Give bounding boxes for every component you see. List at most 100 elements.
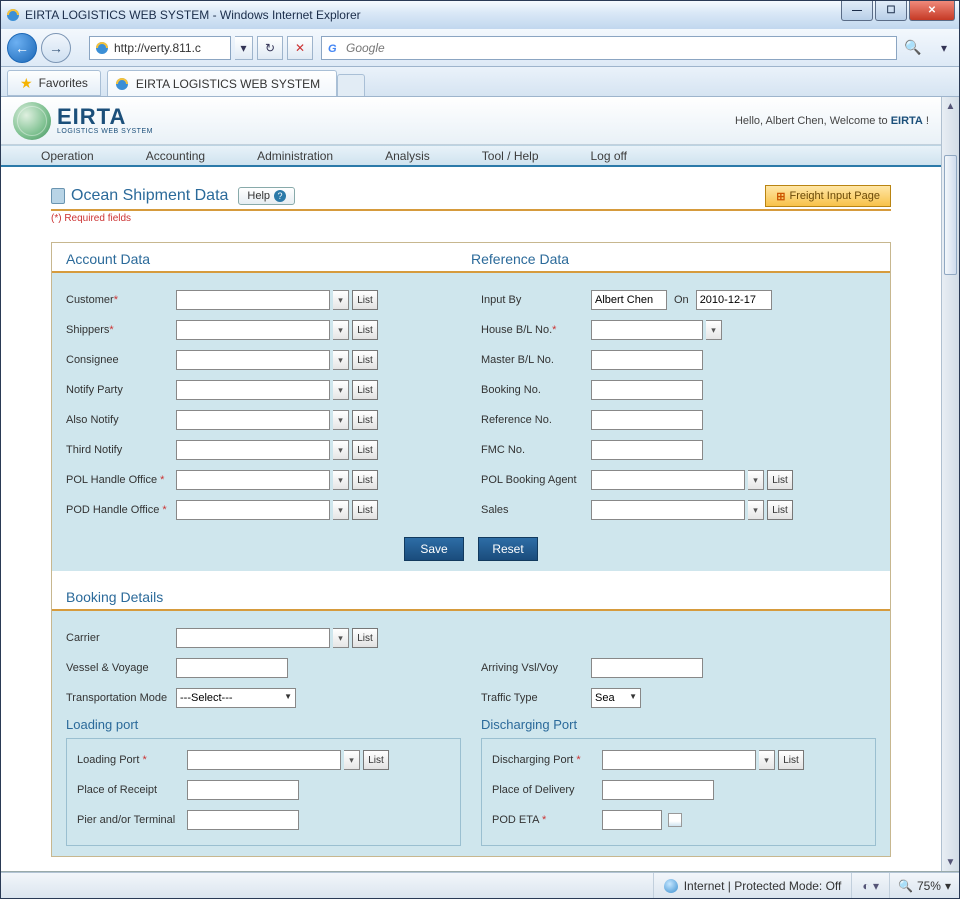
help-button[interactable]: Help ? [238,187,295,205]
scroll-track[interactable] [942,115,959,853]
stop-button[interactable]: ✕ [287,36,313,60]
discharging-port-list-button[interactable]: List [778,750,804,770]
close-button[interactable]: ✕ [909,1,955,21]
save-button[interactable]: Save [404,537,464,561]
menu-administration[interactable]: Administration [257,149,333,163]
vertical-scrollbar[interactable]: ▲ ▼ [941,97,959,871]
carrier-list-button[interactable]: List [352,628,378,648]
freight-input-button[interactable]: ⊞ Freight Input Page [765,185,891,207]
search-button[interactable]: 🔍 [901,36,925,60]
discharging-port-picker[interactable]: ▾ [759,750,775,770]
ie-favicon-icon [94,40,110,56]
menu-logoff[interactable]: Log off [591,149,627,163]
carrier-picker[interactable]: ▾ [333,628,349,648]
pol-agent-input[interactable] [591,470,745,490]
third-notify-picker[interactable]: ▾ [333,440,349,460]
customer-picker[interactable]: ▾ [333,290,349,310]
tab-active[interactable]: EIRTA LOGISTICS WEB SYSTEM [107,70,337,96]
also-notify-input[interactable] [176,410,330,430]
reference-no-input[interactable] [591,410,703,430]
sales-list-button[interactable]: List [767,500,793,520]
svg-text:G: G [328,43,337,55]
scroll-down-button[interactable]: ▼ [942,853,959,871]
place-delivery-input[interactable] [602,780,714,800]
pol-office-picker[interactable]: ▾ [333,470,349,490]
refresh-button[interactable]: ↻ [257,36,283,60]
sales-input[interactable] [591,500,745,520]
loading-port-label: Loading Port * [77,754,187,766]
house-bl-picker[interactable]: ▾ [706,320,722,340]
minimize-button[interactable]: — [841,1,873,21]
loading-port-input[interactable] [187,750,341,770]
sales-label: Sales [481,504,591,516]
star-icon: ★ [20,75,33,92]
vessel-voyage-input[interactable] [176,658,288,678]
favorites-label: Favorites [39,76,88,90]
address-bar[interactable]: http://verty.811.c [89,36,231,60]
fmc-no-input[interactable] [591,440,703,460]
trans-mode-select[interactable]: ---Select--- [176,688,296,708]
notify-list-button[interactable]: List [352,380,378,400]
menu-accounting[interactable]: Accounting [146,149,205,163]
forward-button[interactable]: → [41,33,71,63]
favorites-button[interactable]: ★ Favorites [7,70,101,96]
customer-list-button[interactable]: List [352,290,378,310]
security-zone[interactable]: Internet | Protected Mode: Off [653,873,852,898]
place-receipt-label: Place of Receipt [77,784,187,796]
pod-office-input[interactable] [176,500,330,520]
booking-no-input[interactable] [591,380,703,400]
notify-picker[interactable]: ▾ [333,380,349,400]
menu-operation[interactable]: Operation [41,149,94,163]
also-notify-list-button[interactable]: List [352,410,378,430]
traffic-type-select[interactable]: Sea [591,688,641,708]
consignee-list-button[interactable]: List [352,350,378,370]
loading-port-picker[interactable]: ▾ [344,750,360,770]
input-by-input[interactable] [591,290,667,310]
reset-button[interactable]: Reset [478,537,538,561]
pier-terminal-input[interactable] [187,810,299,830]
pol-agent-list-button[interactable]: List [767,470,793,490]
carrier-input[interactable] [176,628,330,648]
pol-agent-picker[interactable]: ▾ [748,470,764,490]
scroll-up-button[interactable]: ▲ [942,97,959,115]
pol-office-list-button[interactable]: List [352,470,378,490]
menu-tool-help[interactable]: Tool / Help [482,149,539,163]
menu-analysis[interactable]: Analysis [385,149,430,163]
consignee-picker[interactable]: ▾ [333,350,349,370]
pol-office-input[interactable] [176,470,330,490]
calendar-icon[interactable] [668,813,682,827]
greeting-mid: , Welcome to [824,115,891,127]
search-dropdown-button[interactable]: ▾ [935,36,953,60]
sales-picker[interactable]: ▾ [748,500,764,520]
status-tools[interactable]: ◐ ▾ [851,873,889,898]
house-bl-input[interactable] [591,320,703,340]
loading-port-list-button[interactable]: List [363,750,389,770]
shippers-picker[interactable]: ▾ [333,320,349,340]
zoom-control[interactable]: 🔍 75% ▾ [889,873,959,898]
section-account: Account Data Reference Data Customer*▾Li… [51,242,891,857]
shippers-list-button[interactable]: List [352,320,378,340]
pod-eta-input[interactable] [602,810,662,830]
arriving-vsl-input[interactable] [591,658,703,678]
notify-input[interactable] [176,380,330,400]
master-bl-input[interactable] [591,350,703,370]
also-notify-picker[interactable]: ▾ [333,410,349,430]
scroll-thumb[interactable] [944,155,957,275]
place-receipt-input[interactable] [187,780,299,800]
search-bar[interactable]: G Google [321,36,897,60]
new-tab-button[interactable] [337,74,365,96]
url-dropdown-button[interactable]: ▾ [235,36,253,60]
third-notify-input[interactable] [176,440,330,460]
loading-port-box: Loading Port *▾List Place of Receipt Pie… [66,738,461,846]
consignee-input[interactable] [176,350,330,370]
page-header: Ocean Shipment Data Help ? ⊞ Freight Inp… [51,185,891,211]
input-date-input[interactable] [696,290,772,310]
customer-input[interactable] [176,290,330,310]
back-button[interactable]: ← [7,33,37,63]
maximize-button[interactable]: ☐ [875,1,907,21]
discharging-port-input[interactable] [602,750,756,770]
pod-office-picker[interactable]: ▾ [333,500,349,520]
pod-office-list-button[interactable]: List [352,500,378,520]
third-notify-list-button[interactable]: List [352,440,378,460]
shippers-input[interactable] [176,320,330,340]
